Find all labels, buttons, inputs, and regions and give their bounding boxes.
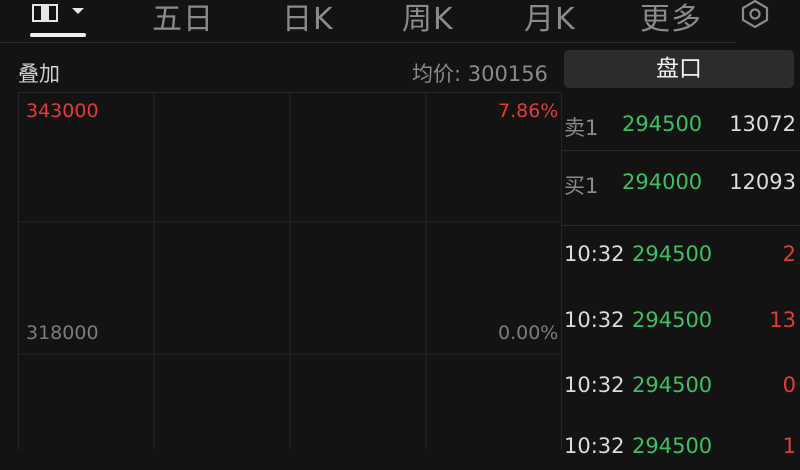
period-tab-bar: 五日 日K 周K 月K 更多 — [0, 0, 800, 44]
ask-row: 卖1 294500 13072 — [562, 108, 800, 148]
quote-divider — [562, 150, 800, 151]
settings-hexagon-icon[interactable] — [738, 0, 772, 28]
tab-day-k[interactable]: 日K — [282, 0, 334, 38]
trades-divider — [562, 225, 800, 226]
chevron-down-icon — [72, 8, 84, 14]
tab-week-k[interactable]: 周K — [402, 0, 454, 38]
trade-price: 294500 — [632, 373, 713, 397]
trade-volume: 13 — [769, 308, 796, 332]
average-price-label: 均价: 300156 — [412, 62, 548, 86]
active-tab-indicator — [30, 33, 86, 37]
trade-row: 10:32 294500 1 — [562, 430, 800, 470]
trade-time: 10:32 — [564, 242, 625, 266]
trade-price: 294500 — [632, 308, 713, 332]
intraday-chart[interactable] — [18, 92, 562, 450]
trade-volume: 2 — [782, 242, 796, 266]
pct-axis-mid-label: 0.00% — [498, 322, 559, 344]
order-book-button[interactable]: 盘口 — [564, 50, 794, 88]
trade-price: 294500 — [632, 434, 713, 458]
tab-month-k[interactable]: 月K — [524, 0, 576, 38]
bid-side-label: 买1 — [564, 174, 599, 198]
bid-price: 294000 — [622, 170, 703, 194]
candlestick-icon — [32, 4, 58, 22]
ask-price: 294500 — [622, 112, 703, 136]
chart-grid — [18, 92, 562, 450]
chart-type-selector[interactable] — [30, 0, 86, 40]
trade-row: 10:32 294500 13 — [562, 304, 800, 344]
trade-row: 10:32 294500 2 — [562, 238, 800, 278]
pct-axis-high-label: 7.86% — [498, 100, 559, 122]
trade-volume: 0 — [782, 373, 796, 397]
trade-time: 10:32 — [564, 308, 625, 332]
trade-time: 10:32 — [564, 434, 625, 458]
tab-five-day[interactable]: 五日 — [152, 0, 214, 38]
trade-row: 10:32 294500 0 — [562, 369, 800, 409]
trade-price: 294500 — [632, 242, 713, 266]
y-axis-mid-label: 318000 — [26, 322, 99, 344]
overlay-toggle[interactable]: 叠加 — [18, 58, 60, 88]
trade-time: 10:32 — [564, 373, 625, 397]
bid-row: 买1 294000 12093 — [562, 166, 800, 206]
top-divider — [0, 42, 736, 43]
tab-more[interactable]: 更多 — [640, 0, 702, 38]
ask-side-label: 卖1 — [564, 116, 599, 140]
y-axis-high-label: 343000 — [26, 100, 99, 122]
bid-quantity: 12093 — [729, 170, 796, 194]
trade-volume: 1 — [782, 434, 796, 458]
ask-quantity: 13072 — [729, 112, 796, 136]
